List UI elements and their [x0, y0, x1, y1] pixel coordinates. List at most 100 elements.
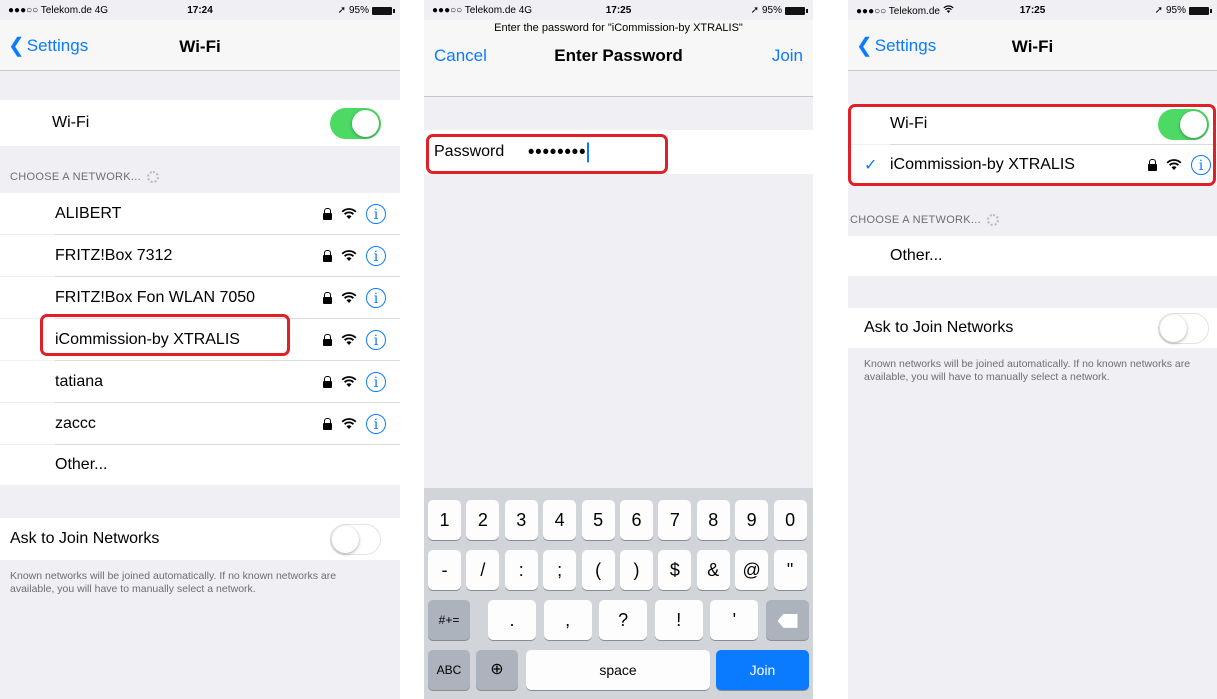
- password-label: Password: [434, 143, 505, 160]
- ask-to-join-toggle[interactable]: [330, 524, 381, 555]
- wifi-settings-screen: ●●●○○ Telekom.de 4G 17:24 ➚ 95% ❮ Settin…: [0, 0, 400, 699]
- ask-to-join-row: Ask to Join Networks: [0, 518, 400, 560]
- key[interactable]: ): [620, 550, 653, 590]
- location-arrow-icon: ➚: [337, 5, 346, 16]
- more-symbols-key[interactable]: #+=: [428, 600, 470, 640]
- wifi-signal-icon: [341, 417, 357, 429]
- battery-icon: [1189, 6, 1212, 15]
- info-icon[interactable]: i: [1191, 155, 1211, 175]
- wifi-toggle[interactable]: [330, 108, 381, 139]
- info-icon[interactable]: i: [366, 245, 386, 266]
- battery-icon: [785, 6, 808, 15]
- wifi-signal-icon: [341, 291, 357, 303]
- numeric-keyboard: 1234567890 - /:;() $ & @ " #+= .,?! ' ABC ⊕ sp…: [424, 488, 813, 699]
- key[interactable]: 4: [543, 500, 577, 540]
- choose-network-label: CHOOSE A NETWORK...: [850, 214, 981, 226]
- key[interactable]: 8: [696, 500, 730, 540]
- wifi-signal-icon: [341, 207, 357, 219]
- abc-key[interactable]: ABC: [428, 650, 470, 690]
- wifi-toggle[interactable]: [1158, 109, 1209, 140]
- info-icon[interactable]: i: [366, 413, 386, 434]
- space-key[interactable]: space: [526, 650, 710, 690]
- location-arrow-icon: ➚: [750, 5, 759, 16]
- info-icon[interactable]: i: [366, 371, 386, 392]
- backspace-key[interactable]: [766, 600, 809, 640]
- ask-to-join-row: Ask to Join Networks: [848, 308, 1217, 348]
- key[interactable]: :: [504, 550, 538, 590]
- key[interactable]: ,: [543, 600, 592, 640]
- wifi-signal-icon: [341, 249, 357, 261]
- choose-network-header: CHOOSE A NETWORK...: [10, 171, 159, 183]
- key[interactable]: !: [654, 600, 703, 640]
- page-title: Wi-Fi: [1011, 37, 1054, 56]
- network-name: iCommission-by XTRALIS: [55, 330, 240, 348]
- wifi-row: Wi-Fi: [0, 100, 400, 146]
- network-row-highlighted[interactable]: iCommission-by XTRALIS i: [0, 319, 400, 360]
- battery-percent: 95%: [348, 5, 369, 16]
- info-icon[interactable]: i: [366, 287, 386, 308]
- ask-to-join-footer: Known networks will be joined automatica…: [864, 358, 1191, 383]
- key[interactable]: 3: [504, 500, 538, 540]
- key[interactable]: ": [773, 550, 807, 590]
- ask-to-join-footer: Known networks will be joined automatica…: [10, 570, 337, 595]
- wifi-signal-icon: [341, 375, 357, 387]
- key[interactable]: 1: [428, 500, 461, 540]
- choose-network-label: CHOOSE A NETWORK...: [10, 171, 141, 183]
- network-row[interactable]: FRITZ!Box Fon WLAN 7050 i: [0, 277, 400, 318]
- key[interactable]: 2: [466, 500, 500, 540]
- other-network-label: Other...: [890, 247, 943, 264]
- key[interactable]: @: [735, 550, 769, 590]
- lock-icon: [323, 417, 332, 430]
- key[interactable]: 6: [620, 500, 653, 540]
- ask-to-join-label: Ask to Join Networks: [10, 530, 160, 547]
- lock-icon: [323, 291, 332, 304]
- battery-percent: 95%: [761, 5, 782, 16]
- wifi-label: Wi-Fi: [890, 115, 928, 132]
- password-field[interactable]: ••••••••: [528, 141, 590, 163]
- key[interactable]: 0: [773, 500, 807, 540]
- network-name: FRITZ!Box Fon WLAN 7050: [55, 288, 256, 306]
- password-value: ••••••••: [528, 141, 587, 162]
- network-row[interactable]: FRITZ!Box 7312 i: [0, 235, 400, 276]
- battery-indicator: ➚ 95%: [750, 5, 808, 16]
- key[interactable]: ;: [543, 550, 577, 590]
- network-name: ALIBERT: [55, 204, 122, 222]
- globe-icon[interactable]: ⊕: [476, 650, 518, 690]
- join-button[interactable]: Join: [772, 46, 803, 66]
- network-row[interactable]: zaccc i: [0, 403, 400, 444]
- location-arrow-icon: ➚: [1154, 5, 1163, 16]
- info-icon[interactable]: i: [366, 203, 386, 224]
- key[interactable]: ': [710, 600, 759, 640]
- ask-to-join-toggle[interactable]: [1158, 313, 1209, 344]
- wifi-row: Wi-Fi: [848, 104, 1217, 144]
- wifi-label: Wi-Fi: [52, 114, 90, 131]
- other-network-row[interactable]: Other...: [0, 445, 400, 485]
- key[interactable]: (: [581, 550, 615, 590]
- password-row[interactable]: Password ••••••••: [424, 130, 813, 174]
- network-name: tatiana: [55, 372, 104, 390]
- key[interactable]: 9: [735, 500, 769, 540]
- network-row[interactable]: tatiana i: [0, 361, 400, 402]
- key[interactable]: -: [428, 550, 461, 590]
- key[interactable]: ?: [599, 600, 648, 640]
- backspace-icon: [777, 613, 798, 628]
- lock-icon: [323, 333, 332, 346]
- navigation-bar: ❮ Settings Wi-Fi: [848, 20, 1217, 71]
- page-title: Enter Password: [554, 46, 683, 65]
- keyboard-join-key[interactable]: Join: [716, 650, 809, 690]
- key[interactable]: /: [466, 550, 500, 590]
- wifi-signal-icon: [341, 333, 357, 345]
- key[interactable]: .: [488, 600, 536, 640]
- network-row[interactable]: ALIBERT i: [0, 193, 400, 234]
- lock-icon: [323, 375, 332, 388]
- key[interactable]: 5: [581, 500, 615, 540]
- key[interactable]: 7: [658, 500, 692, 540]
- lock-icon: [323, 249, 332, 262]
- connected-network-row[interactable]: ✓ iCommission-by XTRALIS i: [848, 145, 1217, 185]
- key[interactable]: $: [658, 550, 692, 590]
- info-icon[interactable]: i: [366, 329, 386, 350]
- navigation-bar: Enter the password for "iCommission-by X…: [424, 20, 813, 97]
- key[interactable]: &: [696, 550, 730, 590]
- navigation-bar: ❮ Settings Wi-Fi: [0, 20, 400, 71]
- other-network-row[interactable]: Other...: [848, 236, 1217, 276]
